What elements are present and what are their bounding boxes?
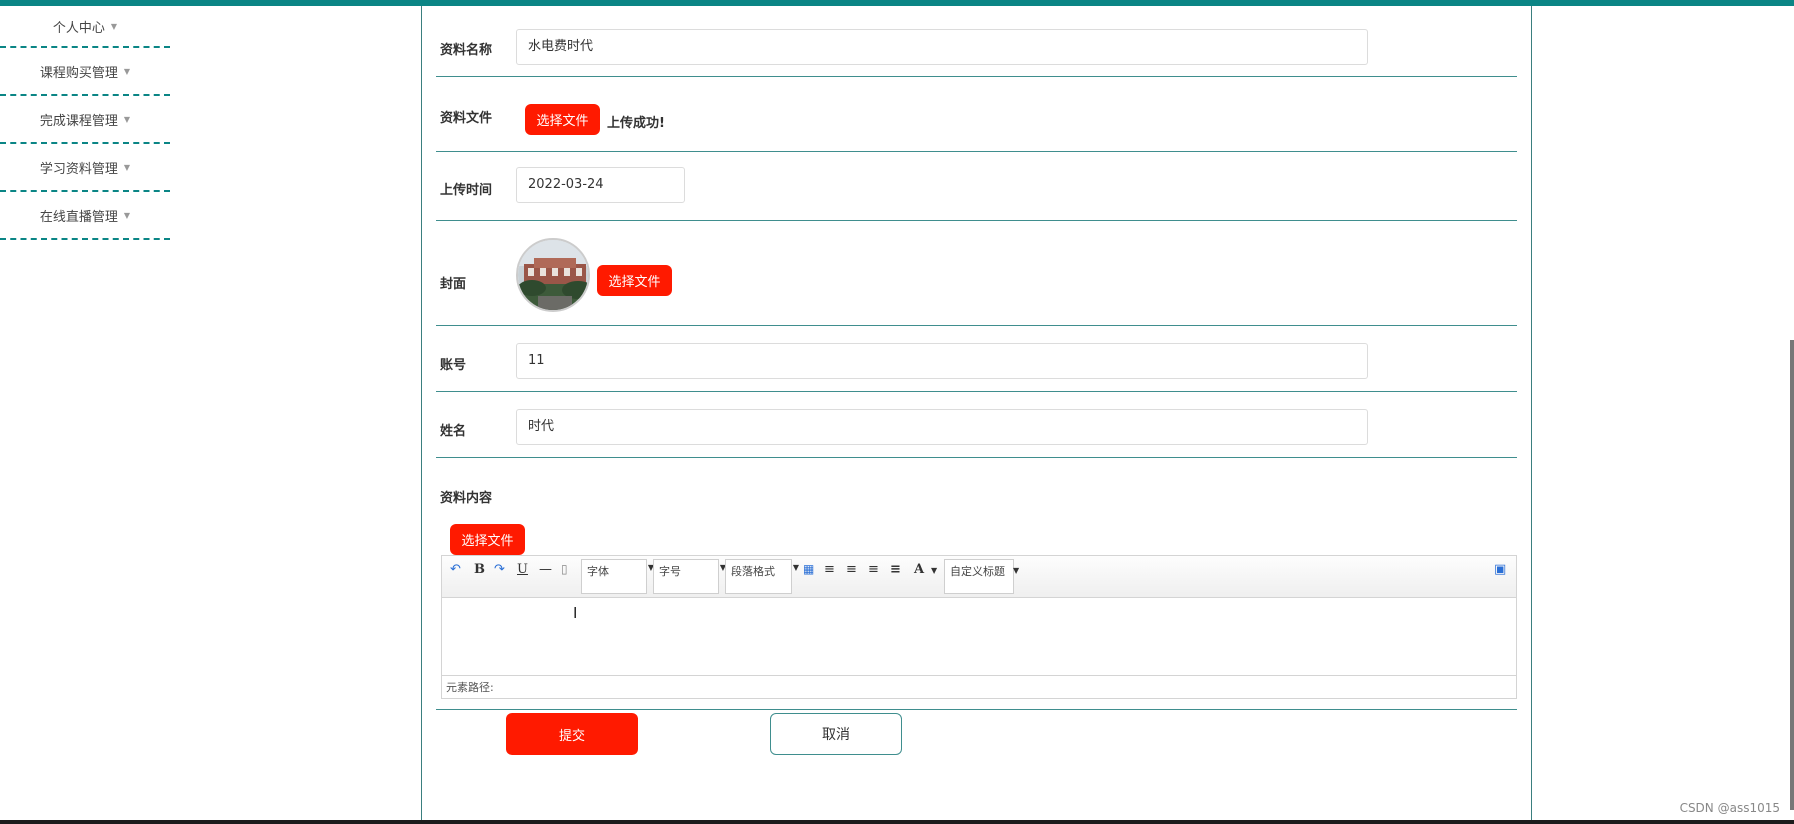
caret-down-icon: ▼	[123, 66, 131, 76]
chevron-down-icon[interactable]: ▼	[931, 566, 937, 575]
redo-icon[interactable]: ↷	[494, 562, 505, 577]
field-label: 资料文件	[440, 111, 493, 126]
field-label: 封面	[440, 277, 467, 292]
caret-down-icon: ▼	[123, 114, 131, 124]
caret-down-icon: ▼	[123, 210, 131, 220]
chevron-down-icon: ▼	[792, 563, 799, 572]
rich-text-editor: ↶ B ↷ U — ▯ 字体 ▼ 字号 ▼ 段落格式 ▼ ▦ ≡ ≡ ≡ ≡ A	[441, 555, 1517, 699]
caret-down-icon: ▼	[110, 21, 118, 31]
bold-icon[interactable]: B	[474, 562, 485, 577]
cover-photo	[518, 240, 588, 310]
select-value: 自定义标题	[950, 565, 1005, 578]
form-row-name: 资料名称 水电费时代	[436, 6, 1517, 77]
sidebar-item-label: 个人中心	[52, 20, 105, 36]
align-justify-icon[interactable]: ≡	[890, 562, 901, 577]
editor-toolbar: ↶ B ↷ U — ▯ 字体 ▼ 字号 ▼ 段落格式 ▼ ▦ ≡ ≡ ≡ ≡ A	[442, 556, 1516, 598]
sidebar-item-label: 在线直播管理	[39, 209, 118, 225]
select-value: 段落格式	[731, 565, 775, 578]
choose-content-file-button[interactable]: 选择文件	[450, 524, 525, 555]
select-value: 字号	[659, 565, 681, 578]
table-icon[interactable]: ▦	[803, 562, 814, 576]
sidebar-item-label: 完成课程管理	[39, 113, 118, 129]
font-size-select[interactable]: 字号 ▼	[653, 559, 726, 594]
document-icon[interactable]: ▯	[561, 562, 568, 576]
sidebar-item-live-stream[interactable]: 在线直播管理 ▼	[0, 192, 170, 240]
underline-icon[interactable]: U	[517, 562, 528, 577]
form-row-cover: 封面 选择文件	[436, 220, 1517, 326]
watermark: CSDN @ass1015	[1679, 801, 1780, 815]
form-row-file: 资料文件 选择文件 上传成功!	[436, 76, 1517, 152]
align-center-icon[interactable]: ≡	[868, 562, 879, 577]
font-family-select[interactable]: 字体 ▼	[581, 559, 654, 594]
sidebar-item-label: 课程购买管理	[39, 65, 118, 81]
cancel-button[interactable]: 取消	[770, 713, 902, 755]
undo-icon[interactable]: ↶	[450, 562, 461, 577]
choose-cover-button[interactable]: 选择文件	[597, 265, 672, 296]
field-label: 上传时间	[440, 183, 493, 198]
sidebar-item-profile[interactable]: 个人中心 ▼	[0, 6, 170, 48]
bottom-bar	[0, 820, 1794, 824]
select-value: 字体	[587, 565, 609, 578]
chevron-down-icon[interactable]: ▼	[1013, 566, 1019, 575]
align-right-icon[interactable]: ≡	[846, 562, 857, 577]
upload-date-input[interactable]: 2022-03-24	[516, 167, 685, 203]
form-row-account: 账号 11	[436, 325, 1517, 392]
text-cursor-icon: I	[573, 604, 578, 622]
sidebar-item-course-purchase[interactable]: 课程购买管理 ▼	[0, 48, 170, 96]
sidebar-item-label: 学习资料管理	[39, 161, 118, 177]
scrollbar[interactable]	[1790, 340, 1794, 810]
upload-status-text: 上传成功!	[607, 116, 665, 131]
paragraph-format-select[interactable]: 段落格式 ▼	[725, 559, 799, 594]
material-name-input[interactable]: 水电费时代	[516, 29, 1368, 65]
field-label: 资料名称	[440, 43, 493, 58]
editor-element-path: 元素路径:	[442, 675, 1516, 698]
custom-title-select[interactable]: 自定义标题	[944, 559, 1014, 594]
horizontal-rule-icon[interactable]: —	[539, 562, 552, 577]
form-row-upload-time: 上传时间 2022-03-24	[436, 151, 1517, 221]
cover-image-thumbnail	[516, 238, 590, 312]
field-label: 账号	[440, 358, 467, 373]
editor-content-area[interactable]	[442, 598, 1516, 668]
sidebar-item-study-material[interactable]: 学习资料管理 ▼	[0, 144, 170, 192]
choose-file-button[interactable]: 选择文件	[525, 104, 600, 135]
sidebar: 个人中心 ▼ 课程购买管理 ▼ 完成课程管理 ▼ 学习资料管理 ▼ 在线直播管理…	[0, 6, 170, 240]
account-input[interactable]: 11	[516, 343, 1368, 379]
fullname-input[interactable]: 时代	[516, 409, 1368, 445]
font-color-icon[interactable]: A	[914, 562, 924, 577]
sidebar-item-course-complete[interactable]: 完成课程管理 ▼	[0, 96, 170, 144]
field-label: 资料内容	[440, 491, 493, 506]
form-row-fullname: 姓名 时代	[436, 391, 1517, 458]
fullscreen-icon[interactable]: ▣	[1494, 562, 1506, 577]
field-label: 姓名	[440, 424, 467, 439]
caret-down-icon: ▼	[123, 162, 131, 172]
material-form-panel: 资料名称 水电费时代 资料文件 选择文件 上传成功! 上传时间 2022-03-…	[421, 6, 1532, 820]
align-left-icon[interactable]: ≡	[824, 562, 835, 577]
submit-button[interactable]: 提交	[506, 713, 638, 755]
